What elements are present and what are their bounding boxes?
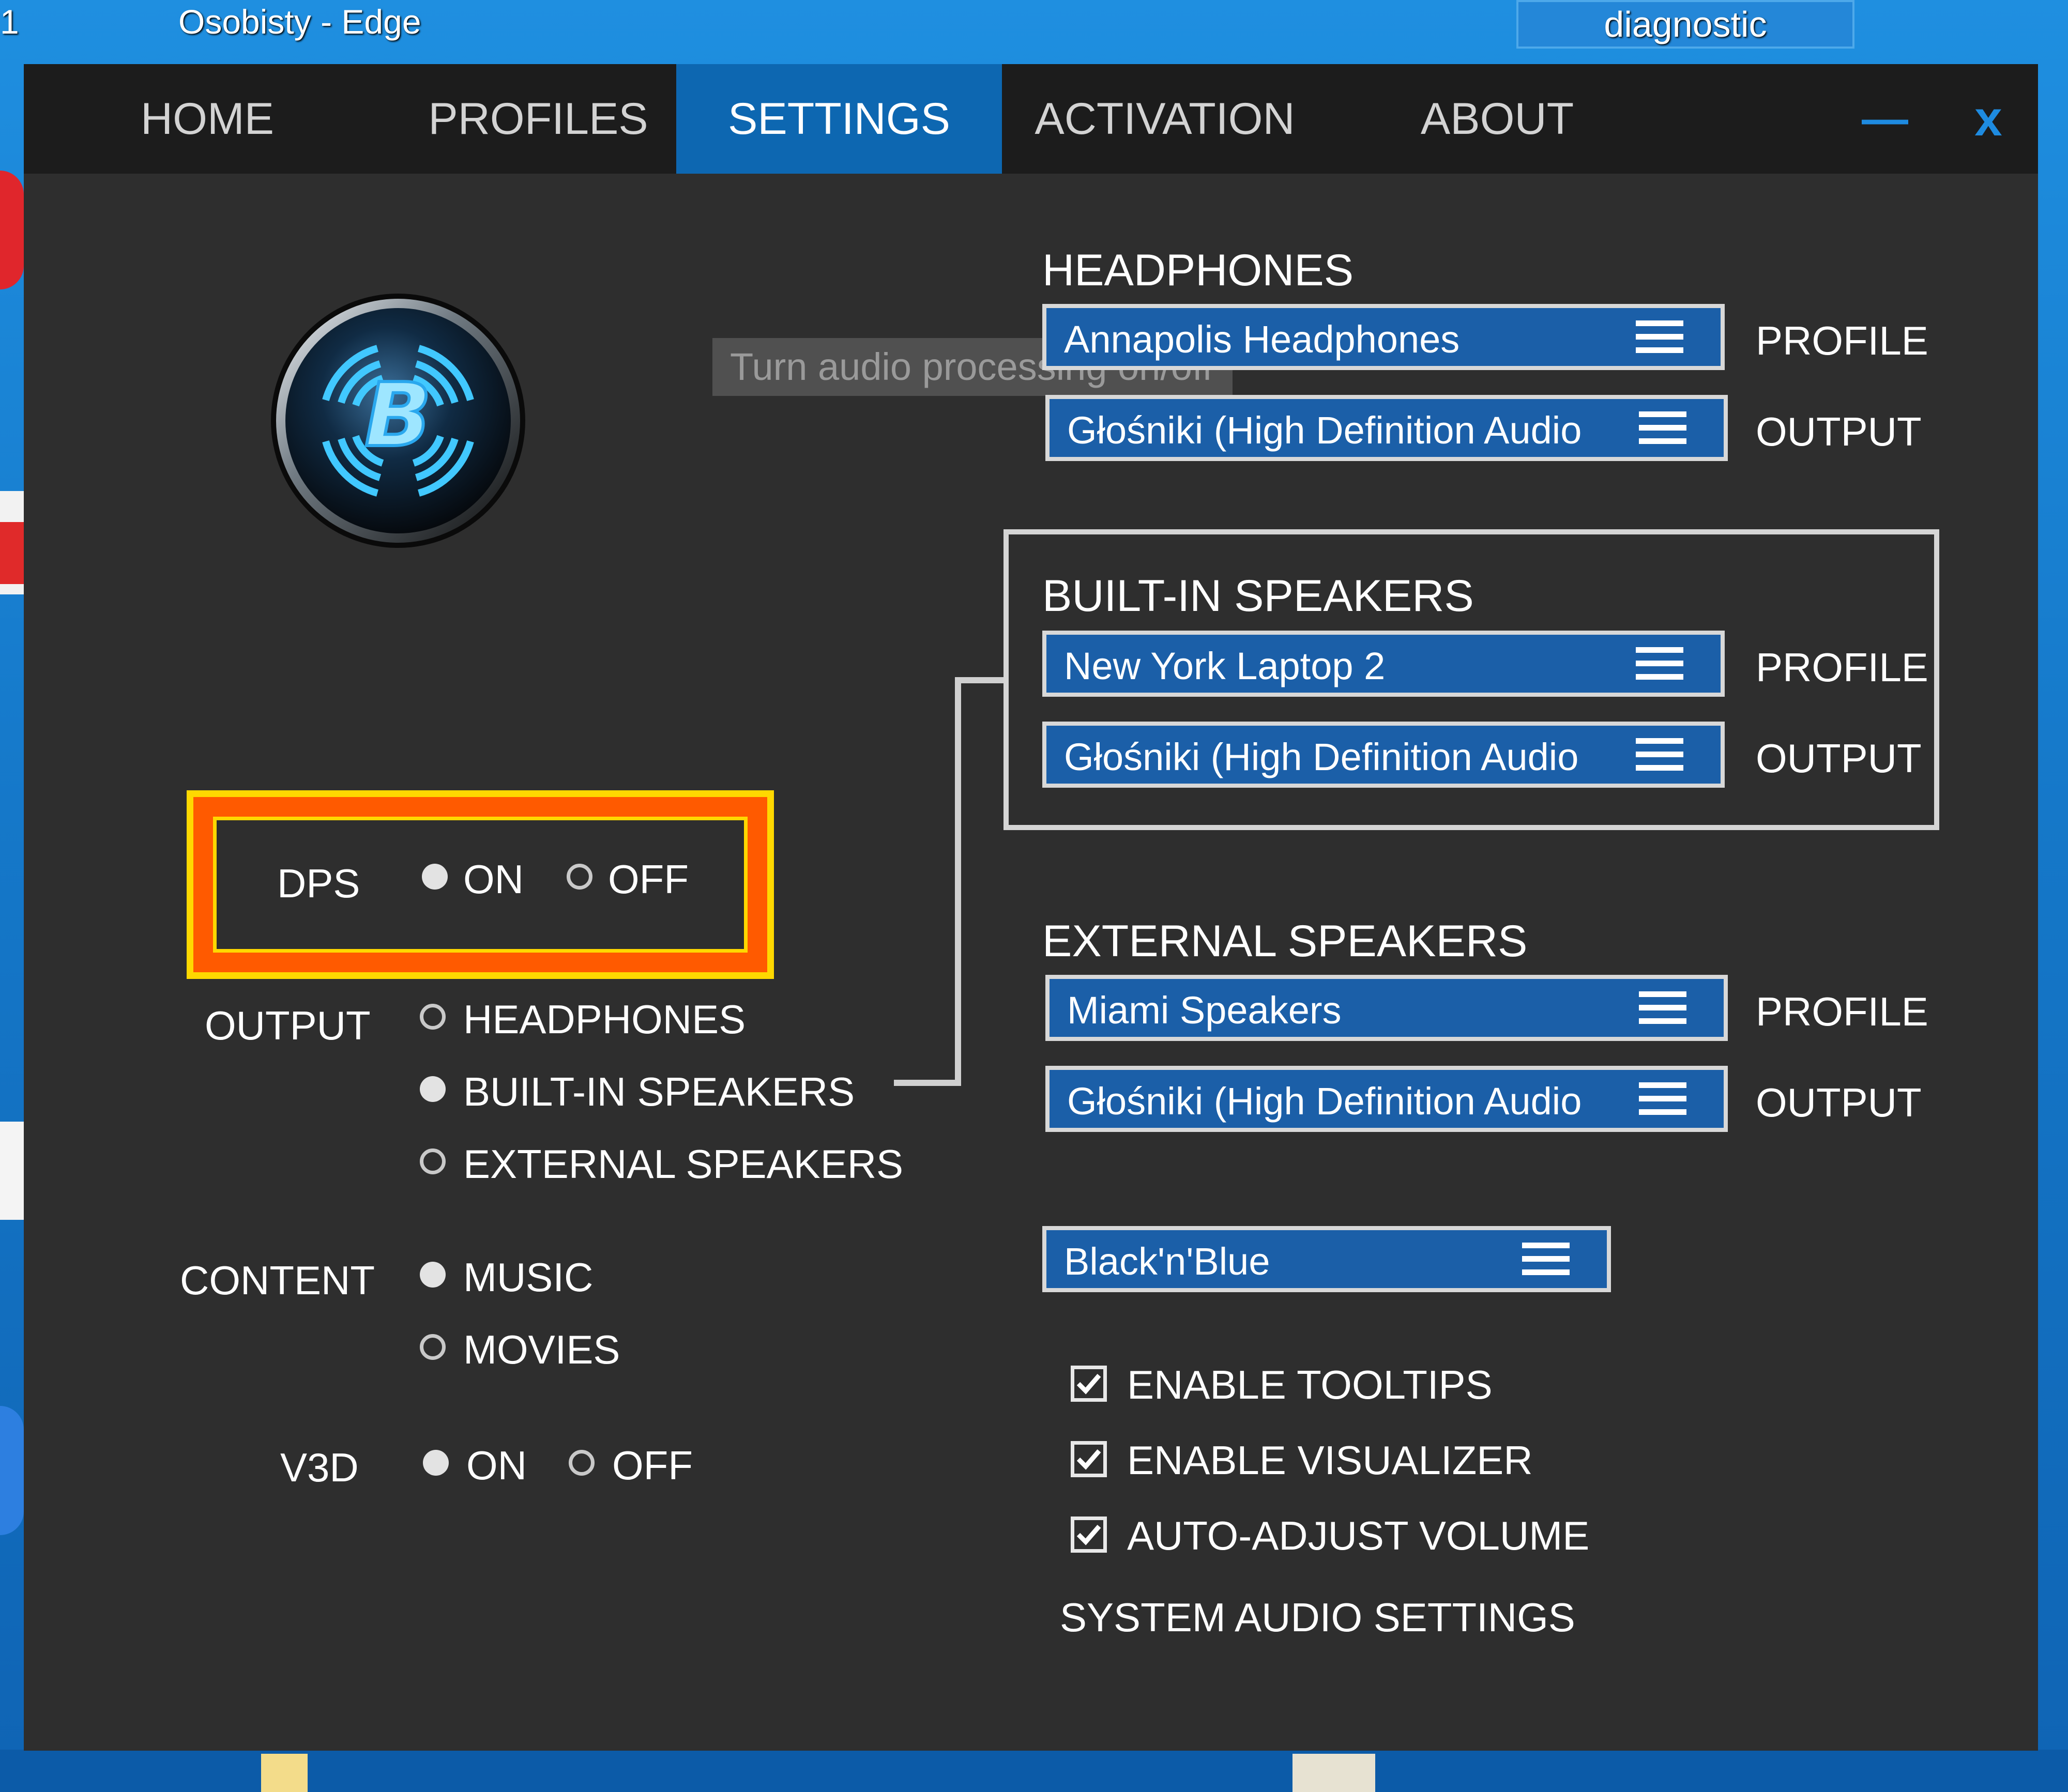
svg-text:B: B (364, 364, 432, 467)
headphones-profile-select[interactable]: Annapolis Headphones (1042, 304, 1725, 370)
taskbar-folder-icon[interactable] (261, 1754, 308, 1792)
builtin-profile-value: New York Laptop 2 (1064, 645, 1386, 687)
external-profile-value: Miami Speakers (1067, 989, 1342, 1032)
hamburger-menu-icon (1639, 991, 1686, 1024)
tab-home[interactable]: HOME (65, 64, 349, 174)
builtin-output-label: OUTPUT (1756, 736, 1922, 781)
desktop-icon-blue[interactable] (0, 1406, 24, 1535)
close-button[interactable]: x (1942, 64, 2035, 174)
hamburger-menu-icon (1639, 1082, 1686, 1115)
headphones-title: HEADPHONES (1042, 246, 1354, 295)
output-external-radio[interactable] (420, 1148, 446, 1174)
output-label: OUTPUT (205, 1003, 371, 1048)
desktop-number: 1 (0, 3, 19, 41)
output-builtin-radio[interactable] (420, 1076, 446, 1102)
nav-bar: HOME PROFILES SETTINGS ACTIVATION ABOUT … (24, 64, 2038, 174)
system-audio-settings-link[interactable]: SYSTEM AUDIO SETTINGS (1060, 1594, 1575, 1641)
auto-adjust-volume-label[interactable]: AUTO-ADJUST VOLUME (1127, 1512, 1589, 1559)
desktop-icon-red[interactable] (0, 171, 24, 289)
taskbar (0, 1750, 2068, 1792)
tab-activation[interactable]: ACTIVATION (1002, 64, 1328, 174)
skin-value: Black'n'Blue (1064, 1240, 1270, 1283)
dps-on-label[interactable]: ON (463, 856, 524, 903)
v3d-on-label[interactable]: ON (466, 1442, 527, 1489)
output-external-label[interactable]: EXTERNAL SPEAKERS (463, 1141, 903, 1188)
skin-select[interactable]: Black'n'Blue (1042, 1226, 1611, 1292)
builtin-title: BUILT-IN SPEAKERS (1042, 571, 1474, 621)
content-movies-label[interactable]: MOVIES (463, 1326, 620, 1373)
dps-label: DPS (277, 861, 360, 906)
auto-adjust-volume-checkbox[interactable] (1071, 1517, 1107, 1553)
hamburger-menu-icon (1522, 1243, 1570, 1276)
desktop-icon-white[interactable] (0, 1122, 24, 1220)
app-window: HOME PROFILES SETTINGS ACTIVATION ABOUT … (24, 64, 2038, 1751)
browser-window-title: Osobisty - Edge (178, 3, 421, 41)
content-label: CONTENT (180, 1258, 375, 1303)
builtin-output-value: Głośniki (High Definition Audio (1064, 736, 1579, 778)
dps-off-radio[interactable] (567, 864, 592, 890)
enable-tooltips-label[interactable]: ENABLE TOOLTIPS (1127, 1361, 1493, 1408)
headphones-profile-value: Annapolis Headphones (1064, 318, 1460, 361)
v3d-label: V3D (280, 1445, 359, 1490)
headphones-output-select[interactable]: Głośniki (High Definition Audio (1045, 395, 1728, 461)
content-movies-radio[interactable] (420, 1334, 446, 1360)
external-output-value: Głośniki (High Definition Audio (1067, 1080, 1582, 1123)
builtin-profile-label: PROFILE (1756, 645, 1928, 690)
dps-off-label[interactable]: OFF (608, 856, 689, 903)
v3d-off-label[interactable]: OFF (612, 1442, 693, 1489)
external-output-label: OUTPUT (1756, 1080, 1922, 1125)
builtin-output-select[interactable]: Głośniki (High Definition Audio (1042, 722, 1725, 788)
tab-profiles[interactable]: PROFILES (375, 64, 701, 174)
external-profile-select[interactable]: Miami Speakers (1045, 975, 1728, 1041)
content-music-radio[interactable] (420, 1262, 446, 1288)
taskbar-app-icon[interactable] (1292, 1754, 1375, 1792)
output-headphones-radio[interactable] (420, 1004, 446, 1030)
external-title: EXTERNAL SPEAKERS (1042, 916, 1528, 966)
tab-about[interactable]: ABOUT (1352, 64, 1642, 174)
diagnostic-label: diagnostic (1604, 4, 1767, 44)
headphones-output-label: OUTPUT (1756, 409, 1922, 454)
enable-tooltips-checkbox[interactable] (1071, 1366, 1107, 1402)
enable-visualizer-checkbox[interactable] (1071, 1441, 1107, 1477)
desktop-icon-doc-red[interactable] (0, 522, 24, 584)
content-music-label[interactable]: MUSIC (463, 1254, 593, 1301)
output-builtin-label[interactable]: BUILT-IN SPEAKERS (463, 1068, 855, 1115)
headphones-output-value: Głośniki (High Definition Audio (1067, 409, 1582, 452)
builtin-profile-select[interactable]: New York Laptop 2 (1042, 631, 1725, 697)
hamburger-menu-icon (1636, 738, 1683, 771)
connector-vertical (955, 677, 961, 1086)
hamburger-menu-icon (1636, 320, 1683, 354)
headphones-profile-label: PROFILE (1756, 318, 1928, 363)
b-logo-icon[interactable]: B (269, 292, 527, 550)
v3d-off-radio[interactable] (569, 1450, 595, 1476)
output-headphones-label[interactable]: HEADPHONES (463, 996, 746, 1043)
tab-settings[interactable]: SETTINGS (676, 64, 1002, 174)
hamburger-menu-icon (1639, 411, 1686, 445)
dps-on-radio[interactable] (422, 864, 448, 890)
external-profile-label: PROFILE (1756, 989, 1928, 1034)
hamburger-menu-icon (1636, 647, 1683, 680)
enable-visualizer-label[interactable]: ENABLE VISUALIZER (1127, 1437, 1533, 1484)
minimize-button[interactable]: — (1833, 64, 1937, 174)
v3d-on-radio[interactable] (423, 1450, 449, 1476)
external-output-select[interactable]: Głośniki (High Definition Audio (1045, 1066, 1728, 1132)
connector-top (955, 677, 1007, 683)
connector-horizontal (894, 1080, 961, 1086)
